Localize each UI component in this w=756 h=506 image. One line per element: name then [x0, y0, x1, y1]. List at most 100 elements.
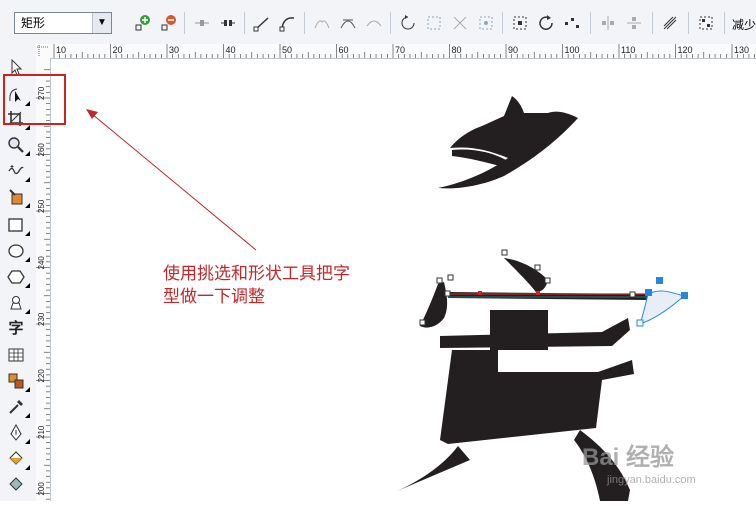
left-dot-stroke [420, 282, 448, 328]
text-tool[interactable]: 字 [4, 316, 28, 338]
interactive-fill-tool[interactable] [4, 472, 28, 494]
eyedropper-tool[interactable] [4, 396, 30, 418]
auto-close-button[interactable] [476, 13, 496, 33]
interactive-blend-tool[interactable] [4, 370, 30, 392]
add-node-icon [135, 15, 150, 31]
magnifier-icon [8, 137, 24, 153]
convert-to-line-button[interactable] [252, 13, 272, 33]
add-node-button[interactable] [132, 13, 152, 33]
auto-close-icon [479, 16, 493, 30]
flyout-indicator-icon [25, 309, 30, 314]
ruler-tick-label: 120 [678, 45, 693, 55]
flyout-indicator-icon [25, 151, 30, 156]
reverse-direction-button[interactable] [398, 13, 418, 33]
table-icon [8, 348, 24, 362]
fill-tool[interactable] [4, 448, 30, 470]
polygon-icon [7, 270, 25, 284]
cusp-node-button[interactable] [312, 13, 332, 33]
delete-node-icon [161, 15, 176, 31]
select-all-icon [699, 16, 713, 30]
shape-type-select[interactable]: 矩形 ▼ [14, 12, 112, 34]
ruler-tick-label: 230 [37, 312, 46, 326]
flyout-indicator-icon [25, 231, 30, 236]
mirror-horizontal-button[interactable] [598, 13, 618, 33]
ruler-tick-label: 10 [56, 45, 66, 55]
outline-pen-tool[interactable] [4, 422, 30, 444]
rotate-nodes-button[interactable] [536, 13, 556, 33]
basic-shapes-icon [10, 296, 22, 310]
basic-shapes-tool[interactable] [4, 292, 30, 314]
ruler-origin[interactable] [36, 44, 51, 59]
table-tool[interactable] [4, 344, 28, 366]
elastic-mode-button[interactable] [660, 13, 680, 33]
symmetric-node-button[interactable] [364, 13, 384, 33]
top-dot-stroke [504, 258, 548, 292]
drawing-canvas[interactable] [0, 0, 756, 501]
elastic-icon [663, 16, 677, 30]
mirror-vertical-button[interactable] [624, 13, 644, 33]
paint-bucket-icon [9, 451, 23, 465]
interactive-fill-icon [9, 477, 23, 491]
freehand-tool[interactable] [4, 160, 30, 182]
reduce-nodes-label[interactable]: 减少 [732, 16, 756, 33]
ellipse-tool[interactable] [4, 240, 30, 262]
extend-curve-button[interactable] [424, 13, 444, 33]
align-nodes-button[interactable] [562, 13, 582, 33]
ruler-tick-label: 30 [169, 45, 179, 55]
ruler-tick-label: 110 [621, 45, 635, 55]
extract-icon [453, 16, 467, 30]
ruler-tick-label: 220 [37, 369, 46, 383]
selected-horizontal-stroke [448, 292, 650, 300]
freehand-icon [8, 165, 24, 175]
ruler-tick-label: 90 [508, 45, 518, 55]
cusp-icon [314, 20, 330, 29]
flyout-indicator-icon [25, 413, 30, 418]
select-all-nodes-button[interactable] [696, 13, 716, 33]
ruler-tick-label: 240 [37, 256, 46, 270]
ruler-tick-label: 70 [395, 45, 405, 55]
extend-icon [427, 16, 441, 30]
ruler-tick-label: 50 [282, 45, 292, 55]
break-curve-button[interactable] [218, 13, 238, 33]
reverse-icon [401, 15, 415, 30]
baidu-watermark-logo: Bai 经验 [582, 444, 675, 471]
ruler-tick-label: 210 [37, 425, 46, 439]
curve-icon [279, 17, 295, 32]
line-icon [253, 17, 269, 32]
join-nodes-button[interactable] [192, 13, 212, 33]
ruler-tick-label: 40 [226, 45, 236, 55]
character-xi-glyph [438, 96, 578, 189]
rotate-icon [539, 15, 553, 30]
ruler-tick-label: 130 [734, 45, 749, 55]
polygon-tool[interactable] [4, 266, 30, 288]
delete-node-button[interactable] [158, 13, 178, 33]
ruler-tick-label: 100 [565, 45, 580, 55]
stretch-icon [513, 16, 527, 30]
smart-fill-tool[interactable] [4, 186, 30, 208]
stretch-nodes-button[interactable] [510, 13, 530, 33]
smooth-node-button[interactable] [338, 13, 358, 33]
flyout-indicator-icon [25, 387, 30, 392]
annotation-text: 使用挑选和形状工具把字 型做一下调整 [163, 262, 413, 308]
zoom-tool[interactable] [4, 134, 30, 156]
ruler-tick-label: 250 [37, 199, 46, 213]
baidu-watermark-url: jingyan.baidu.com [607, 474, 696, 486]
ruler-tick-label: 20 [113, 45, 123, 55]
smart-fill-icon [9, 189, 23, 205]
eyedropper-icon [9, 400, 23, 414]
annotation-line-2: 型做一下调整 [163, 287, 265, 306]
convert-to-curve-button[interactable] [278, 13, 298, 33]
flyout-indicator-icon [25, 125, 30, 130]
ruler-tick-label: 80 [452, 45, 462, 55]
symmetric-icon [366, 20, 382, 27]
ruler-tick-label: 60 [339, 45, 349, 55]
annotation-arrow [86, 109, 257, 251]
flyout-indicator-icon [25, 439, 30, 444]
flyout-indicator-icon [25, 177, 30, 182]
annotation-line-1: 使用挑选和形状工具把字 [163, 264, 350, 283]
text-tool-label: 字 [8, 319, 24, 337]
horizontal-ruler[interactable]: 10 20 30 40 50 60 70 80 90 100 110 120 130 [50, 44, 756, 59]
rectangle-tool[interactable] [4, 214, 30, 236]
horizontal-ruler-scale: 10 20 30 40 50 60 70 80 90 100 110 120 130 [53, 44, 755, 58]
extract-subpath-button[interactable] [450, 13, 470, 33]
